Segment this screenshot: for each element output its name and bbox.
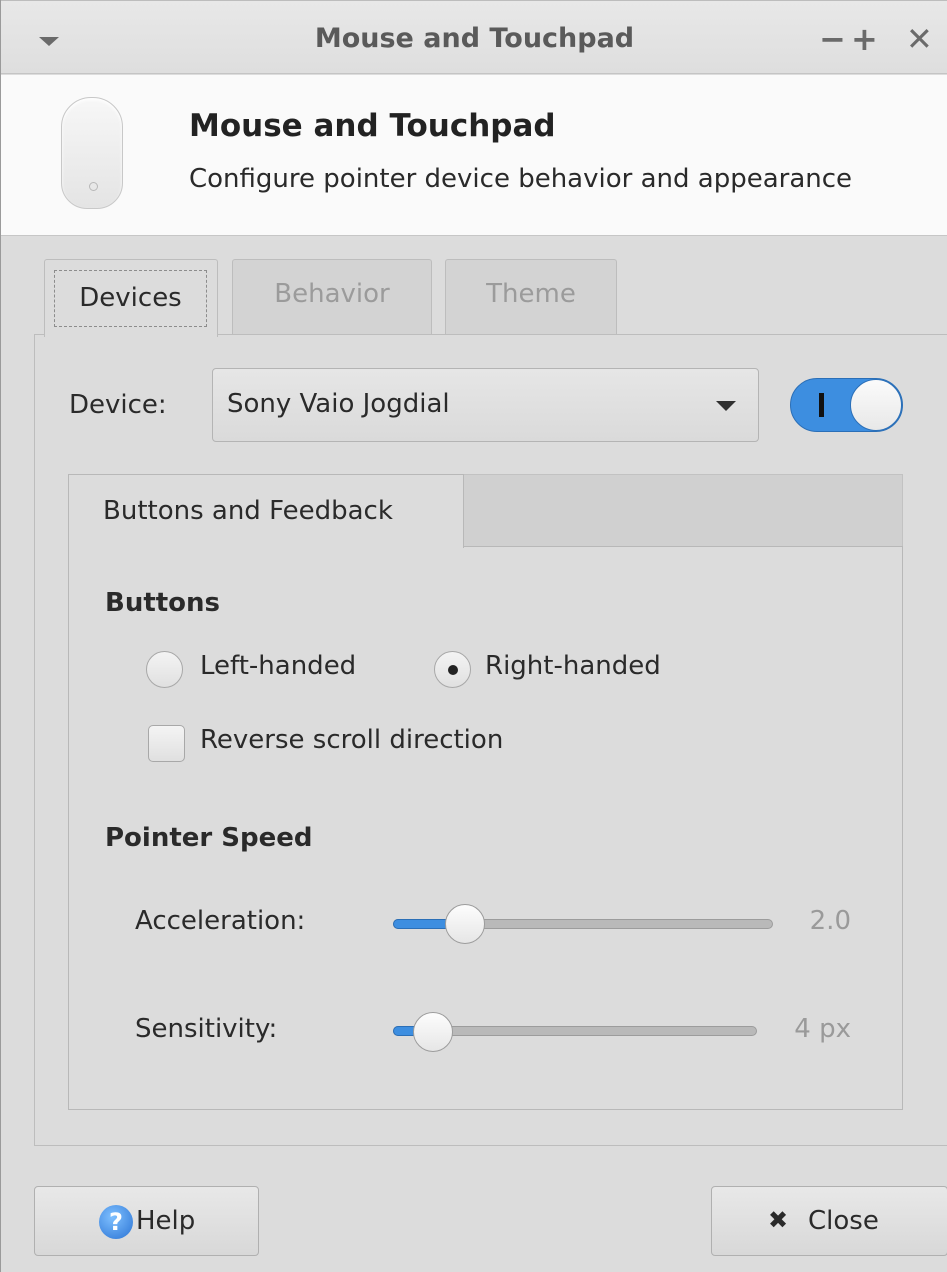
mouse-icon bbox=[61, 97, 123, 209]
help-button-label: Help bbox=[136, 1206, 196, 1236]
tab-theme[interactable]: Theme bbox=[445, 259, 617, 334]
close-button[interactable]: ✖ Close bbox=[711, 1186, 947, 1256]
close-button-label: Close bbox=[808, 1206, 879, 1236]
left-handed-label[interactable]: Left-handed bbox=[200, 651, 356, 681]
acceleration-label: Acceleration: bbox=[135, 906, 306, 936]
help-button[interactable]: ? Help bbox=[34, 1186, 259, 1256]
close-icon: ✖ bbox=[768, 1206, 789, 1234]
reverse-scroll-label[interactable]: Reverse scroll direction bbox=[200, 725, 503, 755]
sensitivity-slider-handle[interactable] bbox=[413, 1012, 454, 1052]
acceleration-value: 2.0 bbox=[809, 906, 851, 936]
chevron-down-icon bbox=[716, 401, 736, 411]
buttons-section-title: Buttons bbox=[105, 588, 221, 618]
left-handed-radio[interactable] bbox=[146, 651, 183, 688]
tab-buttons-and-feedback[interactable]: Buttons and Feedback bbox=[68, 474, 464, 548]
title-bar[interactable]: Mouse and Touchpad − + ✕ bbox=[1, 0, 947, 74]
window-title: Mouse and Touchpad bbox=[314, 23, 635, 54]
pointer-speed-section-title: Pointer Speed bbox=[105, 823, 313, 853]
sensitivity-label: Sensitivity: bbox=[135, 1014, 278, 1044]
tab-devices-label: Devices bbox=[54, 270, 207, 327]
acceleration-slider-handle[interactable] bbox=[445, 904, 486, 944]
switch-knob bbox=[850, 379, 902, 431]
device-label: Device: bbox=[69, 390, 167, 420]
maximize-button[interactable]: + bbox=[851, 19, 878, 59]
right-handed-label[interactable]: Right-handed bbox=[485, 651, 661, 681]
tab-devices[interactable]: Devices bbox=[44, 259, 218, 337]
mouse-touchpad-window: Mouse and Touchpad − + ✕ Mouse and Touch… bbox=[0, 0, 947, 1272]
switch-on-icon bbox=[819, 393, 824, 417]
device-combobox[interactable]: Sony Vaio Jogdial bbox=[212, 368, 759, 442]
header-subtitle: Configure pointer device behavior and ap… bbox=[189, 164, 853, 194]
sensitivity-value: 4 px bbox=[794, 1014, 851, 1044]
tab-behavior[interactable]: Behavior bbox=[232, 259, 432, 334]
help-icon: ? bbox=[99, 1205, 133, 1239]
device-combobox-value: Sony Vaio Jogdial bbox=[227, 389, 450, 419]
device-enable-switch[interactable] bbox=[790, 378, 903, 432]
dialog-header bbox=[1, 75, 947, 236]
window-close-button[interactable]: ✕ bbox=[906, 19, 933, 59]
right-handed-radio[interactable] bbox=[434, 651, 471, 688]
header-title: Mouse and Touchpad bbox=[189, 108, 556, 144]
minimize-button[interactable]: − bbox=[819, 19, 846, 59]
reverse-scroll-checkbox[interactable] bbox=[148, 725, 185, 762]
